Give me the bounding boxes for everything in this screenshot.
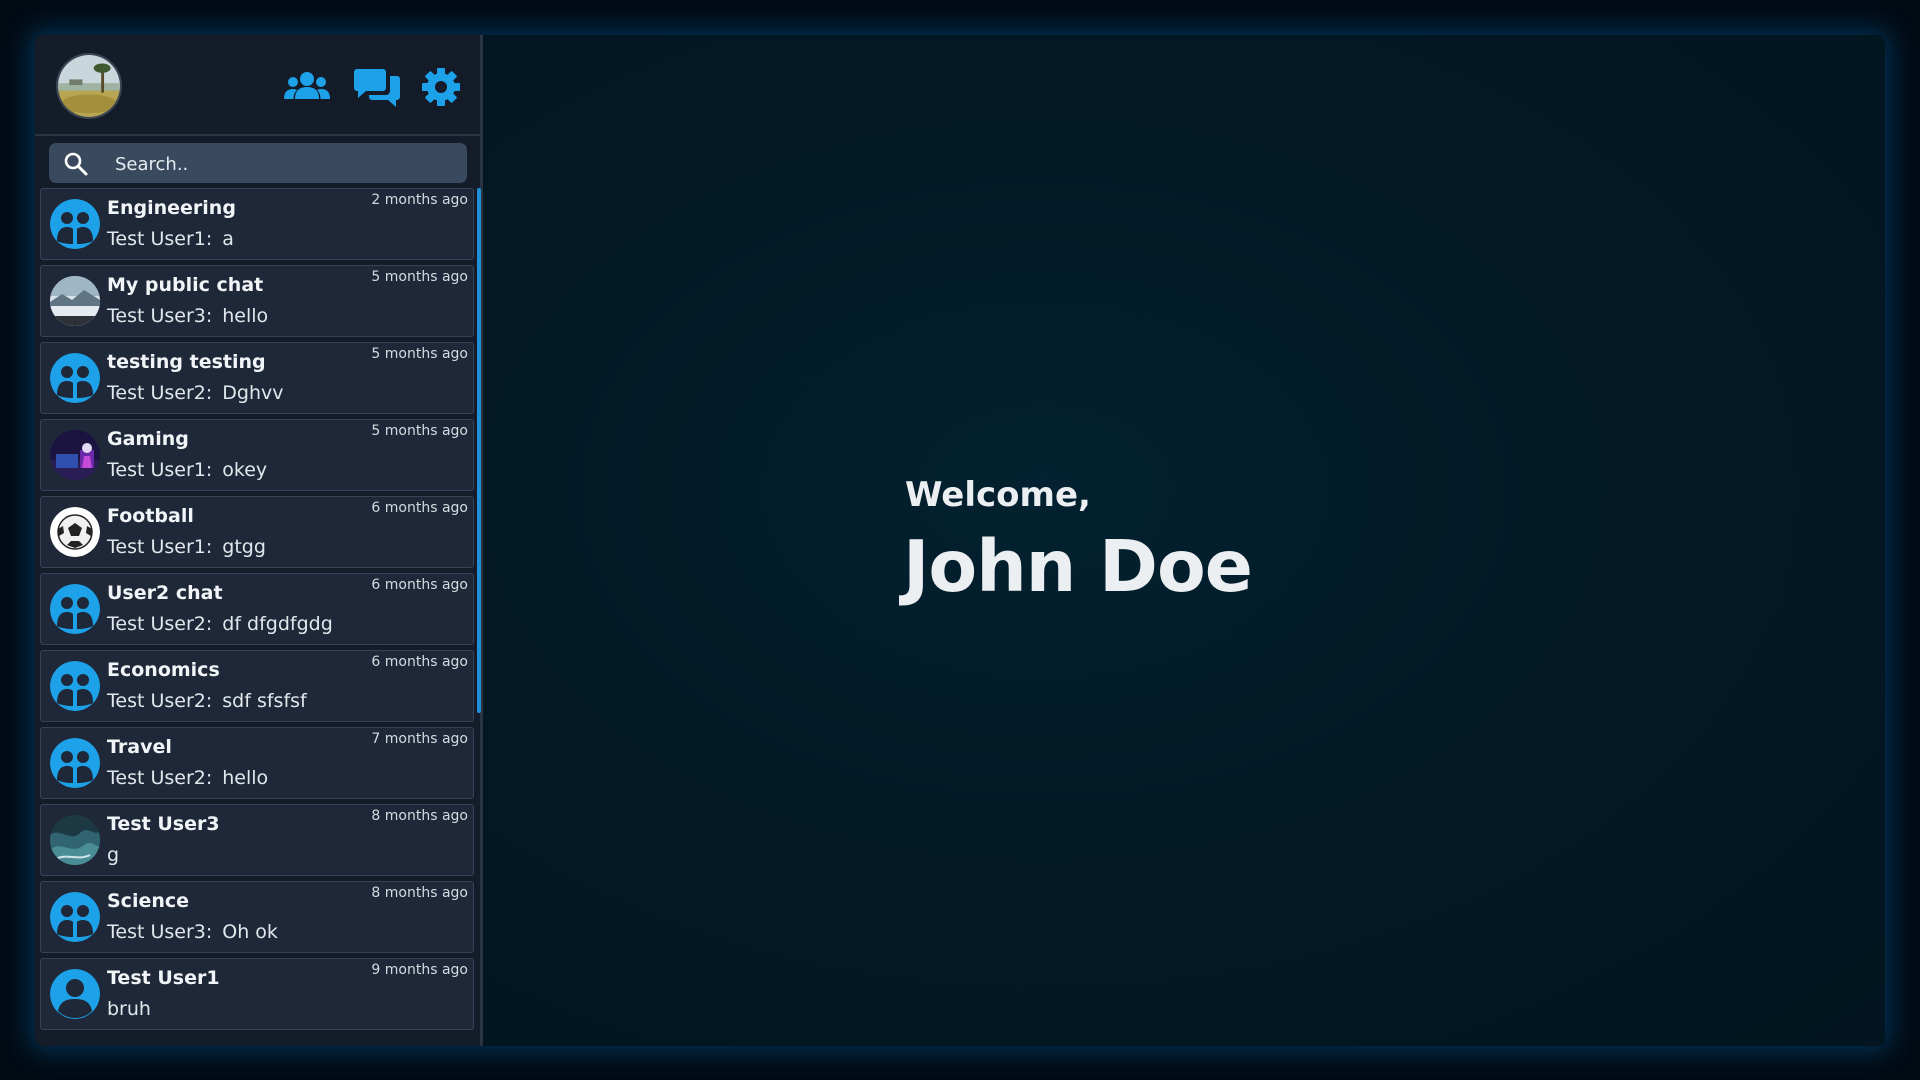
chat-timestamp: 8 months ago bbox=[371, 885, 468, 901]
main-panel: Welcome, John Doe bbox=[483, 35, 1885, 1046]
gear-icon[interactable] bbox=[417, 65, 465, 109]
user-name: John Doe bbox=[903, 525, 1253, 608]
chat-list-item[interactable]: Engineering Test User1: a 2 months ago bbox=[40, 188, 474, 260]
chat-last-message: Test User2: Dghvv bbox=[107, 382, 284, 404]
chat-last-message-text: bruh bbox=[107, 998, 151, 1020]
chat-timestamp: 5 months ago bbox=[371, 423, 468, 439]
chat-list-item[interactable]: User2 chat Test User2: df dfgdfgdg 6 months… bbox=[40, 573, 474, 645]
chat-last-message-text: sdf sfsfsf bbox=[222, 690, 307, 712]
chat-last-sender: Test User3: bbox=[107, 305, 213, 327]
chat-timestamp: 6 months ago bbox=[371, 654, 468, 670]
sidebar: Engineering Test User1: a 2 months ago My pu… bbox=[35, 35, 483, 1046]
user-avatar[interactable] bbox=[56, 53, 122, 119]
chat-last-message-text: hello bbox=[222, 305, 269, 327]
chat-last-sender: Test User2: bbox=[107, 613, 213, 635]
chat-icon[interactable] bbox=[353, 65, 401, 109]
chat-list-item[interactable]: Gaming Test User1: okey 5 months ago bbox=[40, 419, 474, 491]
chat-avatar-image bbox=[50, 815, 100, 865]
chat-list-item[interactable]: Travel Test User2: hello 7 months ago bbox=[40, 727, 474, 799]
chat-last-sender: Test User1: bbox=[107, 228, 213, 250]
chat-last-message-text: g bbox=[107, 844, 120, 866]
chat-last-message: Test User2: hello bbox=[107, 767, 268, 789]
group-icon bbox=[50, 738, 100, 788]
group-icon bbox=[50, 584, 100, 634]
chat-list-item[interactable]: Football Test User1: gtgg 6 months ago bbox=[40, 496, 474, 568]
search-icon bbox=[64, 152, 88, 176]
chat-list-scrollbar[interactable] bbox=[477, 188, 481, 713]
chat-last-message-text: gtgg bbox=[222, 536, 266, 558]
chat-last-message-text: okey bbox=[222, 459, 268, 481]
chat-name: Gaming bbox=[107, 428, 189, 450]
chat-list-item[interactable]: Science Test User3: Oh ok 8 months ago bbox=[40, 881, 474, 953]
chat-name: User2 chat bbox=[107, 582, 223, 604]
chat-timestamp: 5 months ago bbox=[371, 346, 468, 362]
users-icon[interactable] bbox=[283, 65, 331, 109]
chat-last-sender: Test User2: bbox=[107, 690, 213, 712]
chat-name: Engineering bbox=[107, 197, 236, 219]
chat-last-sender: Test User1: bbox=[107, 459, 213, 481]
group-icon bbox=[50, 892, 100, 942]
chat-timestamp: 2 months ago bbox=[371, 192, 468, 208]
chat-last-message: Test User3: Oh ok bbox=[107, 921, 278, 943]
chat-name: Test User1 bbox=[107, 967, 220, 989]
search-input[interactable] bbox=[113, 143, 457, 185]
chat-timestamp: 7 months ago bbox=[371, 731, 468, 747]
chat-last-message-text: Dghvv bbox=[222, 382, 284, 404]
chat-last-message: Test User2: sdf sfsfsf bbox=[107, 690, 307, 712]
chat-list: Engineering Test User1: a 2 months ago My pu… bbox=[40, 188, 474, 1046]
person-icon bbox=[50, 969, 100, 1019]
chat-name: Test User3 bbox=[107, 813, 220, 835]
chat-avatar-image bbox=[50, 276, 100, 326]
chat-last-sender: Test User2: bbox=[107, 382, 213, 404]
chat-last-message: bruh bbox=[107, 998, 151, 1020]
chat-last-message: Test User3: hello bbox=[107, 305, 268, 327]
group-icon bbox=[50, 661, 100, 711]
chat-last-sender: Test User3: bbox=[107, 921, 213, 943]
chat-last-message-text: hello bbox=[222, 767, 269, 789]
chat-list-item[interactable]: testing testing Test User2: Dghvv 5 months … bbox=[40, 342, 474, 414]
chat-name: My public chat bbox=[107, 274, 264, 296]
chat-list-item[interactable]: Test User3 g 8 months ago bbox=[40, 804, 474, 876]
chat-last-message: Test User2: df dfgdfgdg bbox=[107, 613, 333, 635]
chat-list-item[interactable]: My public chat Test User3: hello 5 months a… bbox=[40, 265, 474, 337]
chat-name: Economics bbox=[107, 659, 220, 681]
group-icon bbox=[50, 199, 100, 249]
chat-last-message: g bbox=[107, 844, 119, 866]
chat-name: Science bbox=[107, 890, 190, 912]
chat-name: Football bbox=[107, 505, 194, 527]
chat-avatar-image bbox=[50, 430, 100, 480]
welcome-text: Welcome, bbox=[905, 475, 1091, 515]
app-window: Engineering Test User1: a 2 months ago My pu… bbox=[35, 35, 1885, 1046]
search-box[interactable] bbox=[49, 143, 467, 185]
chat-last-message-text: a bbox=[222, 228, 234, 250]
chat-last-sender: Test User2: bbox=[107, 767, 213, 789]
sidebar-header bbox=[35, 35, 480, 136]
chat-name: Travel bbox=[107, 736, 172, 758]
chat-avatar-image bbox=[50, 507, 100, 557]
chat-timestamp: 8 months ago bbox=[371, 808, 468, 824]
chat-last-message-text: Oh ok bbox=[222, 921, 278, 943]
chat-name: testing testing bbox=[107, 351, 266, 373]
chat-timestamp: 6 months ago bbox=[371, 577, 468, 593]
chat-last-message: Test User1: okey bbox=[107, 459, 267, 481]
chat-timestamp: 6 months ago bbox=[371, 500, 468, 516]
chat-last-message-text: df dfgdfgdg bbox=[222, 613, 333, 635]
chat-timestamp: 5 months ago bbox=[371, 269, 468, 285]
chat-list-item[interactable]: Economics Test User2: sdf sfsfsf 6 months a… bbox=[40, 650, 474, 722]
chat-list-item[interactable]: Test User1 bruh 9 months ago bbox=[40, 958, 474, 1030]
group-icon bbox=[50, 353, 100, 403]
chat-last-sender: Test User1: bbox=[107, 536, 213, 558]
chat-last-message: Test User1: gtgg bbox=[107, 536, 266, 558]
chat-last-message: Test User1: a bbox=[107, 228, 234, 250]
chat-timestamp: 9 months ago bbox=[371, 962, 468, 978]
